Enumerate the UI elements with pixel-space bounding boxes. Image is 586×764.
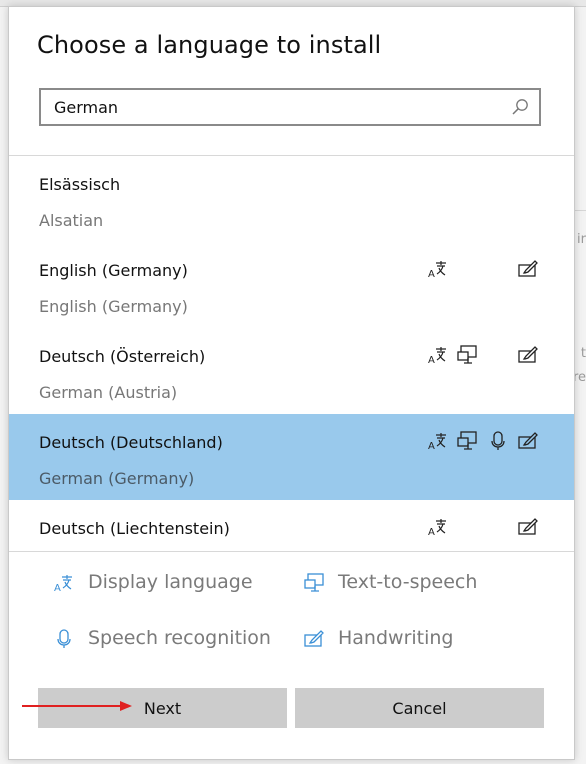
background-divider	[574, 210, 586, 211]
legend-label: Handwriting	[338, 627, 454, 649]
language-item[interactable]: English (Germany) English (Germany) A	[9, 242, 574, 328]
cancel-button[interactable]: Cancel	[295, 688, 544, 728]
background-text-fragment: t	[580, 346, 586, 361]
svg-text:A: A	[54, 583, 61, 594]
feature-legend: A Display language Text-to-speech Speech…	[9, 552, 574, 672]
svg-text:A: A	[428, 441, 435, 452]
handwriting-icon	[517, 430, 539, 452]
language-native-name: Deutsch (Deutschland)	[39, 433, 223, 452]
legend-label: Text-to-speech	[338, 571, 478, 593]
language-item[interactable]: Deutsch (Österreich) German (Austria) A	[9, 328, 574, 414]
display-language-icon: A	[427, 516, 449, 538]
language-item-selected[interactable]: Deutsch (Deutschland) German (Germany) A	[9, 414, 574, 500]
language-native-name: English (Germany)	[39, 261, 188, 280]
svg-text:A: A	[428, 355, 435, 366]
language-search-input[interactable]	[41, 90, 494, 124]
handwriting-icon	[304, 630, 324, 647]
handwriting-icon	[517, 344, 539, 366]
language-native-name: Deutsch (Liechtenstein)	[39, 519, 230, 538]
language-english-name: German (Austria)	[39, 383, 178, 402]
handwriting-icon	[517, 516, 539, 538]
svg-text:A: A	[428, 527, 435, 538]
text-to-speech-icon	[456, 344, 478, 366]
language-native-name: Elsässisch	[39, 175, 121, 194]
red-arrow-annotation	[22, 701, 132, 711]
language-native-name: Deutsch (Österreich)	[39, 347, 206, 366]
text-to-speech-icon	[456, 430, 478, 452]
language-item[interactable]: Elsässisch Alsatian	[9, 156, 574, 242]
language-english-name: Alsatian	[39, 211, 104, 230]
language-english-name: German (Germany)	[39, 469, 195, 488]
dialog-title: Choose a language to install	[37, 31, 382, 59]
display-language-icon: A	[427, 258, 449, 280]
search-icon[interactable]	[511, 98, 529, 116]
speech-recognition-icon	[487, 430, 509, 452]
choose-language-dialog: Choose a language to install Elsässisch …	[8, 6, 575, 760]
language-english-name: English (Germany)	[39, 297, 188, 316]
text-to-speech-icon	[304, 573, 324, 592]
display-language-icon: A	[427, 344, 449, 366]
svg-text:A: A	[428, 269, 435, 280]
language-list[interactable]: Elsässisch Alsatian English (Germany) En…	[9, 155, 574, 552]
legend-label: Display language	[88, 571, 253, 593]
search-box[interactable]	[39, 88, 541, 126]
legend-label: Speech recognition	[88, 627, 271, 649]
background-text-fragment: ir	[577, 232, 586, 247]
handwriting-icon	[517, 258, 539, 280]
speech-recognition-icon	[57, 629, 71, 648]
display-language-icon: A	[54, 575, 72, 594]
display-language-icon: A	[427, 430, 449, 452]
language-item[interactable]: Deutsch (Liechtenstein) A	[9, 500, 574, 551]
